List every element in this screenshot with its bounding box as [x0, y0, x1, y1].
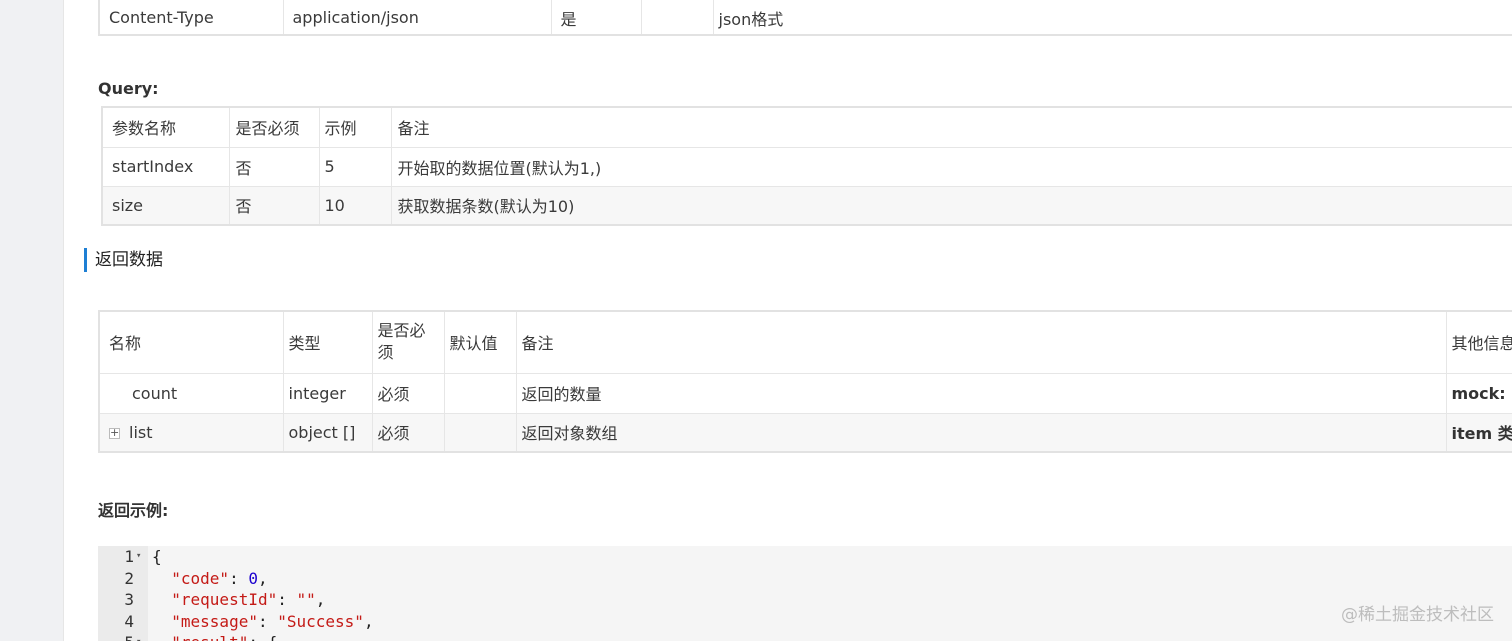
line-number: 2	[124, 568, 134, 588]
param-note-cell: 获取数据条数(默认为10)	[390, 185, 1512, 226]
header-name-cell: Content-Type	[98, 0, 284, 36]
line-number: 1	[124, 547, 134, 566]
code-line: 3 "requestId": "",	[98, 589, 1512, 611]
param-example-cell: 10	[318, 185, 392, 226]
line-number: 3	[124, 590, 134, 609]
column-header: 是否必须	[228, 106, 320, 148]
code-text: "requestId": "",	[152, 589, 325, 611]
column-header: 备注	[515, 310, 1447, 374]
code-line: 1 ▾ {	[98, 546, 1512, 568]
param-name-cell: startIndex	[101, 146, 230, 187]
field-name-label: list	[129, 422, 153, 442]
code-token: 0	[248, 568, 258, 588]
code-token: ""	[296, 590, 316, 609]
field-name-cell: count	[98, 372, 284, 414]
param-note-cell: 开始取的数据位置(默认为1,)	[390, 146, 1512, 187]
line-number: 5	[98, 632, 134, 641]
field-extra-cell: item 类型	[1445, 412, 1512, 453]
code-text: "message": "Success",	[152, 611, 374, 633]
code-token: ,	[363, 611, 374, 631]
response-fields-table: 名称 类型 是否必须 默认值 备注 其他信息 count integer 必须 …	[98, 310, 1512, 453]
watermark: @稀土掘金技术社区	[1341, 605, 1494, 625]
table-header-row: 参数名称 是否必须 示例 备注	[101, 106, 1512, 148]
column-header: 备注	[390, 106, 1512, 148]
header-note-cell: json格式	[712, 0, 1512, 36]
column-header: 其他信息	[1445, 310, 1512, 374]
param-name-cell: size	[101, 185, 230, 226]
field-default-cell	[443, 372, 517, 414]
column-header: 名称	[98, 310, 284, 374]
header-example-cell	[640, 0, 714, 36]
fold-arrow-icon[interactable]: ▾	[136, 632, 141, 641]
table-row: Content-Type application/json 是 json格式	[98, 0, 1512, 36]
code-token: "result"	[171, 633, 248, 641]
code-line: 2 "code": 0,	[98, 568, 1512, 590]
param-required-cell: 否	[228, 185, 320, 226]
field-extra-cell: mock: 2	[1445, 372, 1512, 414]
table-row: startIndex 否 5 开始取的数据位置(默认为1,)	[101, 146, 1512, 187]
line-number: 4	[124, 611, 134, 631]
column-header: 参数名称	[101, 106, 230, 148]
code-line: 4 "message": "Success",	[98, 611, 1512, 633]
column-header: 示例	[318, 106, 392, 148]
code-token: :	[229, 568, 249, 588]
code-line: 5▾ "result": {	[98, 632, 1512, 641]
code-token: ,	[315, 590, 326, 609]
code-token: "Success"	[277, 611, 364, 631]
code-token: : {	[248, 633, 277, 641]
field-required-cell: 必须	[371, 412, 445, 453]
header-value-cell: application/json	[282, 0, 552, 36]
field-note-cell: 返回的数量	[515, 372, 1447, 414]
param-example-cell: 5	[318, 146, 392, 187]
response-section-title: 返回数据	[84, 248, 163, 272]
field-type-cell: integer	[282, 372, 373, 414]
json-code-editor[interactable]: 1 ▾{2 "code": 0, 3 "requestId": "", 4 "mess…	[98, 546, 1512, 641]
field-type-cell: object []	[282, 412, 373, 453]
table-row: + list object [] 必须 返回对象数组 item 类型	[98, 412, 1512, 453]
column-header: 是否必须	[371, 310, 445, 374]
expand-plus-icon[interactable]: +	[109, 427, 120, 439]
table-row: count integer 必须 返回的数量 mock: 2	[98, 372, 1512, 414]
column-header: 类型	[282, 310, 373, 374]
header-required-cell: 是	[550, 0, 642, 36]
code-text: "code": 0,	[152, 568, 268, 590]
code-text: "result": {	[152, 632, 277, 641]
code-token: :	[257, 611, 278, 631]
fold-arrow-icon[interactable]: ▾	[136, 546, 141, 568]
left-sidebar-gutter	[0, 0, 64, 641]
param-required-cell: 否	[228, 146, 320, 187]
code-token: ,	[257, 568, 268, 588]
field-name-cell: + list	[98, 412, 284, 453]
field-note-cell: 返回对象数组	[515, 412, 1447, 453]
field-default-cell	[443, 412, 517, 453]
code-token: "message"	[171, 611, 258, 631]
headers-table: Content-Type application/json 是 json格式	[98, 0, 1512, 36]
code-token: "requestId"	[171, 590, 278, 609]
code-token: "code"	[171, 568, 230, 588]
column-header: 默认值	[443, 310, 517, 374]
code-text: {	[152, 546, 162, 568]
response-example-label: 返回示例:	[98, 501, 169, 520]
code-token: {	[152, 547, 162, 566]
query-label: Query:	[98, 79, 159, 98]
field-required-cell: 必须	[371, 372, 445, 414]
query-params-table: 参数名称 是否必须 示例 备注 startIndex 否 5 开始取的数据位置(…	[101, 106, 1512, 226]
table-header-row: 名称 类型 是否必须 默认值 备注 其他信息	[98, 310, 1512, 374]
code-token: :	[277, 590, 297, 609]
table-row: size 否 10 获取数据条数(默认为10)	[101, 185, 1512, 226]
